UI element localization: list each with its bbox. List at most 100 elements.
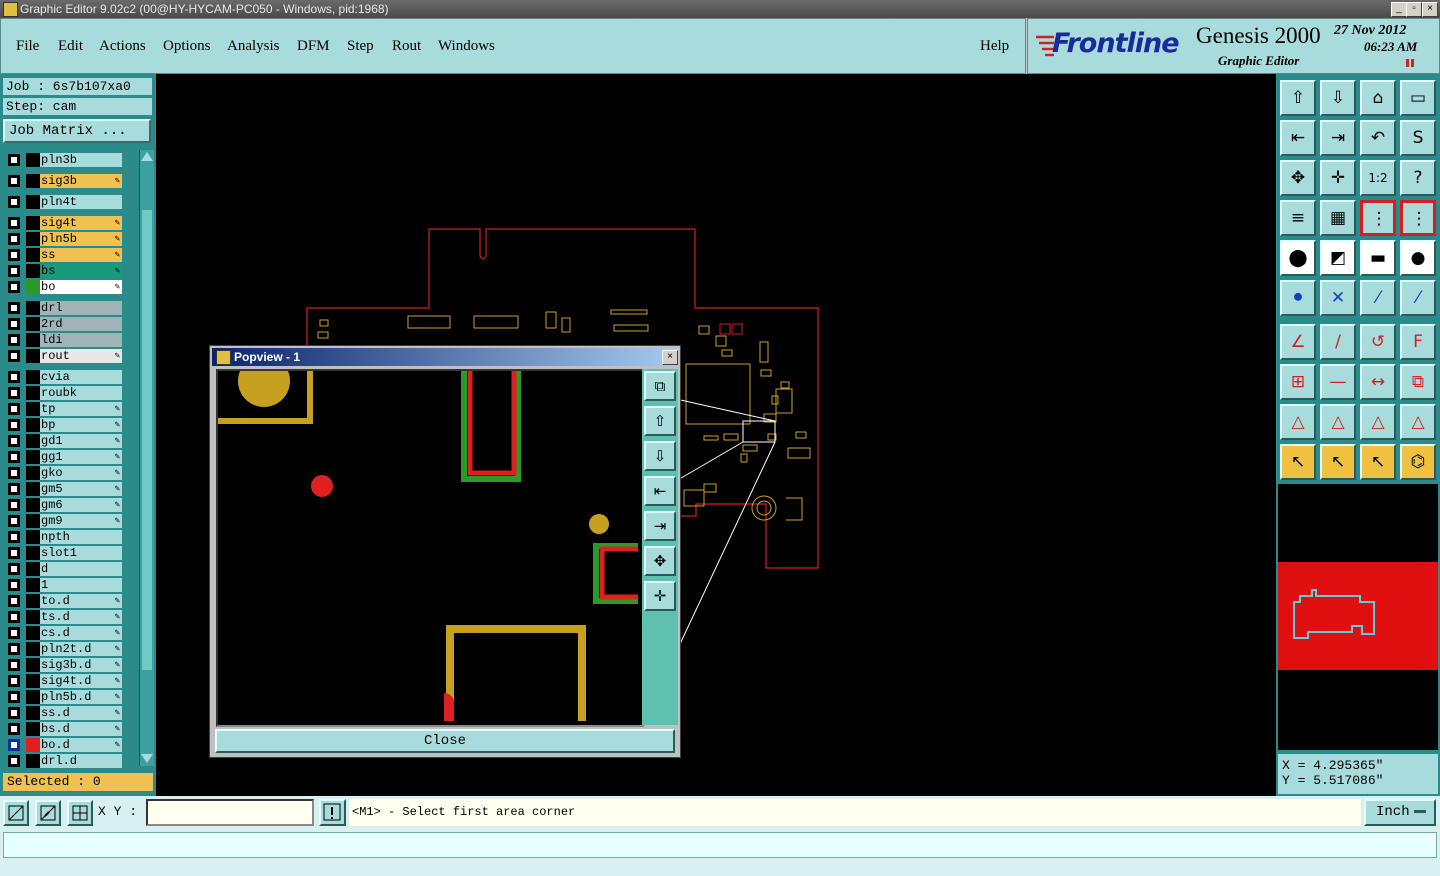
layer-name[interactable]: gd1 ✎: [40, 434, 122, 448]
cross-button[interactable]: ✕: [1320, 280, 1356, 316]
layer-checkbox[interactable]: [8, 563, 20, 575]
layer-color-swatch[interactable]: [26, 301, 40, 315]
layer-row[interactable]: drl.d: [6, 754, 124, 768]
layer-color-swatch[interactable]: [26, 562, 40, 576]
layer-checkbox[interactable]: [8, 611, 20, 623]
layer-checkbox[interactable]: [8, 579, 20, 591]
layer-color-swatch[interactable]: [26, 386, 40, 400]
layer-name[interactable]: pln5b ✎: [40, 232, 122, 246]
layer-checkbox[interactable]: [8, 707, 20, 719]
layer-name[interactable]: gg1 ✎: [40, 450, 122, 464]
layer-name[interactable]: roubk: [40, 386, 122, 400]
layer-row[interactable]: pln5b ✎: [6, 232, 124, 246]
layer-checkbox[interactable]: [8, 154, 20, 166]
menu-step[interactable]: Step: [347, 38, 374, 55]
pad-button[interactable]: ●: [1400, 240, 1436, 276]
layer-name[interactable]: bp ✎: [40, 418, 122, 432]
layer-checkbox[interactable]: [8, 467, 20, 479]
layer-name[interactable]: drl: [40, 301, 122, 315]
layer-name[interactable]: pln4t: [40, 195, 122, 209]
layer-name[interactable]: ss.d ✎: [40, 706, 122, 720]
layer-color-swatch[interactable]: [26, 530, 40, 544]
layer-row[interactable]: gm9 ✎: [6, 514, 124, 528]
feature-button[interactable]: ⊞: [1280, 364, 1316, 400]
arc-button[interactable]: ⁄: [1400, 280, 1436, 316]
layer-row[interactable]: npth: [6, 530, 124, 544]
select-button[interactable]: ⬤: [1280, 240, 1316, 276]
layer-checkbox[interactable]: [8, 755, 20, 767]
layer-checkbox[interactable]: [8, 595, 20, 607]
layer-name[interactable]: rout ✎: [40, 349, 122, 363]
layer-row[interactable]: sig4t.d ✎: [6, 674, 124, 688]
layer-name[interactable]: slot1: [40, 546, 122, 560]
layer-row[interactable]: pln3b: [6, 153, 124, 167]
text-button[interactable]: F: [1400, 324, 1436, 360]
layer-name[interactable]: bs ✎: [40, 264, 122, 278]
layer-row[interactable]: d: [6, 562, 124, 576]
layer-color-swatch[interactable]: [26, 195, 40, 209]
layer-name[interactable]: d: [40, 562, 122, 576]
shape-button[interactable]: ⧉: [1400, 364, 1436, 400]
layer-checkbox[interactable]: [8, 419, 20, 431]
layer-row[interactable]: slot1: [6, 546, 124, 560]
layer-checkbox[interactable]: [8, 515, 20, 527]
grid-button[interactable]: ▦: [1320, 200, 1356, 236]
layer-name[interactable]: sig4t ✎: [40, 216, 122, 230]
help-button[interactable]: ?: [1400, 160, 1436, 196]
layer-name[interactable]: cvia: [40, 370, 122, 384]
zoom-down-button[interactable]: ⇩: [644, 441, 676, 471]
ruler-button[interactable]: ▬: [1360, 240, 1396, 276]
layer-color-swatch[interactable]: [26, 333, 40, 347]
menu-help[interactable]: Help: [980, 38, 1009, 55]
layer-name[interactable]: to.d ✎: [40, 594, 122, 608]
layer-checkbox[interactable]: [8, 265, 20, 277]
grid-button[interactable]: [67, 800, 93, 826]
layer-checkbox[interactable]: [8, 643, 20, 655]
layer-row[interactable]: sig4t ✎: [6, 216, 124, 230]
layer-checkbox[interactable]: [8, 627, 20, 639]
layer-row[interactable]: gm6 ✎: [6, 498, 124, 512]
layer-color-swatch[interactable]: [26, 626, 40, 640]
settings-button[interactable]: ≡: [1280, 200, 1316, 236]
layer-color-swatch[interactable]: [26, 216, 40, 230]
layer-color-swatch[interactable]: [26, 264, 40, 278]
layer-color-swatch[interactable]: [26, 754, 40, 768]
zoom-right-button[interactable]: ⇥: [644, 511, 676, 541]
dimension-button[interactable]: ↔: [1360, 364, 1396, 400]
layer-color-swatch[interactable]: [26, 722, 40, 736]
center-button[interactable]: ✛: [1320, 160, 1356, 196]
layer-name[interactable]: sig4t.d ✎: [40, 674, 122, 688]
layer-checkbox[interactable]: [8, 451, 20, 463]
layer-checkbox[interactable]: [8, 196, 20, 208]
menu-file[interactable]: File: [16, 38, 39, 55]
minimize-button[interactable]: _: [1391, 2, 1407, 17]
layer-color-swatch[interactable]: [26, 434, 40, 448]
layer-color-swatch[interactable]: [26, 153, 40, 167]
layer-color-swatch[interactable]: [26, 402, 40, 416]
pointer-box-button[interactable]: ↖: [1320, 444, 1356, 480]
zoom-area-button[interactable]: [3, 800, 29, 826]
layer-color-swatch[interactable]: [26, 514, 40, 528]
layer-checkbox[interactable]: [8, 675, 20, 687]
layer-row[interactable]: gd1 ✎: [6, 434, 124, 448]
undo-button[interactable]: ↶: [1360, 120, 1396, 156]
layer-name[interactable]: cs.d ✎: [40, 626, 122, 640]
menu-windows[interactable]: Windows: [438, 38, 495, 55]
layer-color-swatch[interactable]: [26, 280, 40, 294]
layer-name[interactable]: gm5 ✎: [40, 482, 122, 496]
layer-color-swatch[interactable]: [26, 482, 40, 496]
angle-button[interactable]: ∠: [1280, 324, 1316, 360]
layer-name[interactable]: npth: [40, 530, 122, 544]
snap-button[interactable]: ⋮: [1360, 200, 1396, 236]
layer-row[interactable]: cvia: [6, 370, 124, 384]
layer-color-swatch[interactable]: [26, 498, 40, 512]
layer-row[interactable]: tp ✎: [6, 402, 124, 416]
layer-row[interactable]: bo.d ✎: [6, 738, 124, 752]
layer-checkbox[interactable]: [8, 547, 20, 559]
layer-name[interactable]: drl.d: [40, 754, 122, 768]
layer-name[interactable]: pln3b: [40, 153, 122, 167]
layer-row[interactable]: bs ✎: [6, 264, 124, 278]
layer-row[interactable]: roubk: [6, 386, 124, 400]
triangle-button[interactable]: △: [1280, 404, 1316, 440]
curve-button[interactable]: ↺: [1360, 324, 1396, 360]
